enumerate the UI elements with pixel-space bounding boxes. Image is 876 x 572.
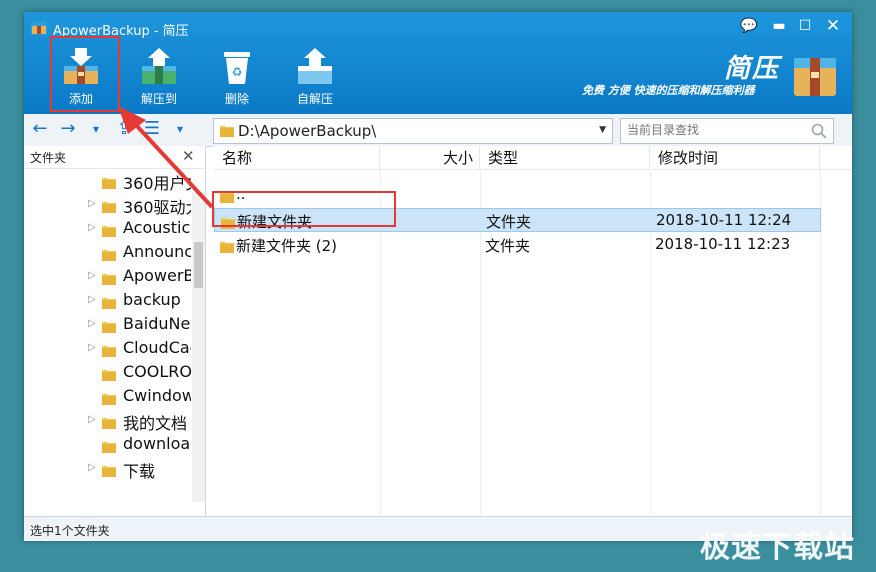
annotation-arrow (118, 106, 214, 209)
watermark-text: 极速下载站 (700, 530, 855, 565)
